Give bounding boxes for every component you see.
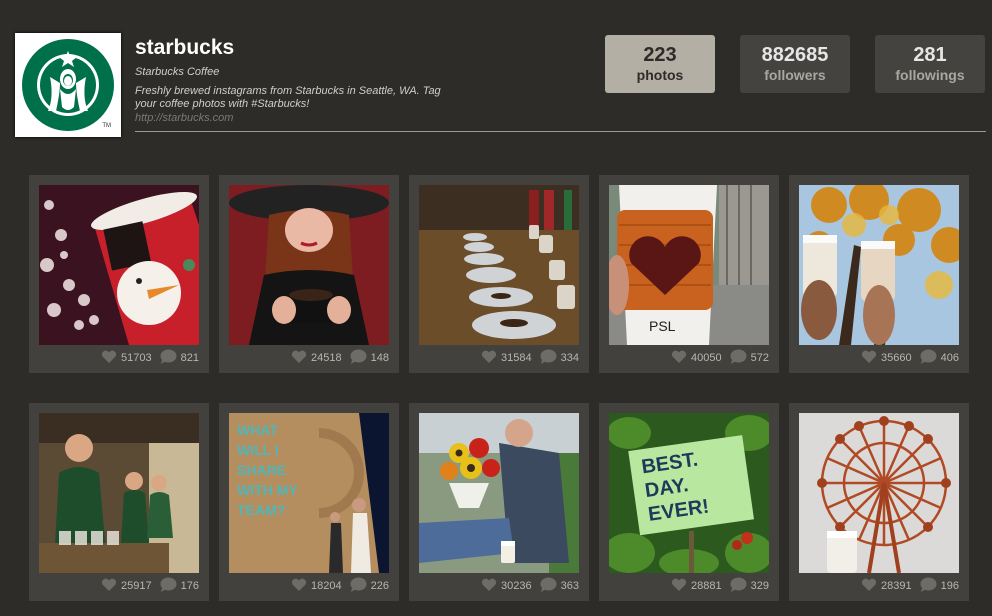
photo-stats: 35660 406 <box>861 349 959 367</box>
photo-card: 51703 821 <box>29 175 209 373</box>
like-count: 31584 <box>501 352 532 364</box>
like-count: 18204 <box>311 580 342 592</box>
photo-stats: 31584 334 <box>481 349 579 367</box>
wall-text-line-2: WILL I <box>237 442 279 458</box>
photo-thumbnail[interactable] <box>39 185 199 345</box>
profile-username: starbucks <box>135 36 235 59</box>
photo-stats: 24518 148 <box>291 349 389 367</box>
wall-text-line-5: TEAM? <box>237 502 285 518</box>
stat-photos-button[interactable]: 223 photos <box>605 35 715 93</box>
photo-stats: 18204 226 <box>291 577 389 595</box>
heart-icon[interactable] <box>101 350 117 367</box>
header-divider <box>135 131 986 132</box>
photo-thumbnail[interactable] <box>39 413 199 573</box>
like-count: 30236 <box>501 580 532 592</box>
speech-bubble-icon[interactable] <box>160 577 177 595</box>
speech-bubble-icon[interactable] <box>730 349 747 367</box>
comment-count: 148 <box>370 352 389 364</box>
like-count: 24518 <box>311 352 342 364</box>
speech-bubble-icon[interactable] <box>730 577 747 595</box>
photo-thumbnail[interactable]: WHAT WILL I SHARE WITH MY TEAM? <box>229 413 389 573</box>
heart-icon[interactable] <box>861 578 877 595</box>
trademark-mark: TM <box>102 123 111 129</box>
photo-thumbnail[interactable]: BEST. DAY. EVER! <box>609 413 769 573</box>
photo-stats: 28881 329 <box>671 577 769 595</box>
photo-thumbnail[interactable] <box>799 413 959 573</box>
stat-photos-label: photos <box>636 67 684 83</box>
photo-card: 25917 176 <box>29 403 209 601</box>
heart-icon[interactable] <box>291 350 307 367</box>
photo-thumbnail[interactable]: PSL <box>609 185 769 345</box>
comment-count: 226 <box>370 580 389 592</box>
heart-icon[interactable] <box>671 350 687 367</box>
speech-bubble-icon[interactable] <box>540 577 557 595</box>
comment-count: 176 <box>180 580 199 592</box>
photo-stats: 30236 363 <box>481 577 579 595</box>
photo-card: 30236 363 <box>409 403 589 601</box>
speech-bubble-icon[interactable] <box>350 577 367 595</box>
comment-count: 329 <box>750 580 769 592</box>
heart-icon[interactable] <box>481 578 497 595</box>
like-count: 35660 <box>881 352 912 364</box>
photo-thumbnail[interactable] <box>419 185 579 345</box>
photo-thumbnail[interactable] <box>229 185 389 345</box>
like-count: 28391 <box>881 580 912 592</box>
like-count: 28881 <box>691 580 722 592</box>
photo-thumbnail[interactable] <box>419 413 579 573</box>
speech-bubble-icon[interactable] <box>160 349 177 367</box>
profile-bio: Freshly brewed instagrams from Starbucks… <box>135 85 441 110</box>
stat-followings-count: 281 <box>913 44 947 66</box>
comment-count: 363 <box>560 580 579 592</box>
speech-bubble-icon[interactable] <box>920 577 937 595</box>
like-count: 25917 <box>121 580 152 592</box>
stat-followers-button[interactable]: 882685 followers <box>740 35 850 93</box>
like-count: 51703 <box>121 352 152 364</box>
heart-icon[interactable] <box>671 578 687 595</box>
photo-card: BEST. DAY. EVER! 28881 329 <box>599 403 779 601</box>
starbucks-logo[interactable]: TM <box>15 33 121 137</box>
wall-text-line-1: WHAT <box>237 422 278 438</box>
heart-icon[interactable] <box>861 350 877 367</box>
stat-followings-button[interactable]: 281 followings <box>875 35 985 93</box>
speech-bubble-icon[interactable] <box>350 349 367 367</box>
photo-card: WHAT WILL I SHARE WITH MY TEAM? 18204 22… <box>219 403 399 601</box>
photo-stats: 40050 572 <box>671 349 769 367</box>
comment-count: 406 <box>940 352 959 364</box>
comment-count: 196 <box>940 580 959 592</box>
photo-card: 24518 148 <box>219 175 399 373</box>
photo-stats: 25917 176 <box>101 577 199 595</box>
comment-count: 572 <box>750 352 769 364</box>
photo-card: 28391 196 <box>789 403 969 601</box>
heart-icon[interactable] <box>101 578 117 595</box>
comment-count: 334 <box>560 352 579 364</box>
photo-card: 35660 406 <box>789 175 969 373</box>
heart-icon[interactable] <box>481 350 497 367</box>
like-count: 40050 <box>691 352 722 364</box>
photo-stats: 51703 821 <box>101 349 199 367</box>
comment-count: 821 <box>180 352 199 364</box>
stat-followers-count: 882685 <box>761 44 829 66</box>
photo-thumbnail[interactable] <box>799 185 959 345</box>
psl-cup-text: PSL <box>649 318 676 334</box>
stat-followers-label: followers <box>764 67 826 83</box>
profile-full-name: Starbucks Coffee <box>135 66 220 78</box>
photo-card: 31584 334 <box>409 175 589 373</box>
wall-text-line-3: SHARE <box>237 462 286 478</box>
stat-photos-count: 223 <box>643 44 677 66</box>
speech-bubble-icon[interactable] <box>920 349 937 367</box>
heart-icon[interactable] <box>291 578 307 595</box>
wall-text-line-4: WITH MY <box>237 482 298 498</box>
photo-stats: 28391 196 <box>861 577 959 595</box>
siren-logo-icon <box>22 39 114 131</box>
speech-bubble-icon[interactable] <box>540 349 557 367</box>
profile-website-link[interactable]: http://starbucks.com <box>135 112 233 124</box>
stat-followings-label: followings <box>895 67 965 83</box>
photo-card: PSL 40050 572 <box>599 175 779 373</box>
